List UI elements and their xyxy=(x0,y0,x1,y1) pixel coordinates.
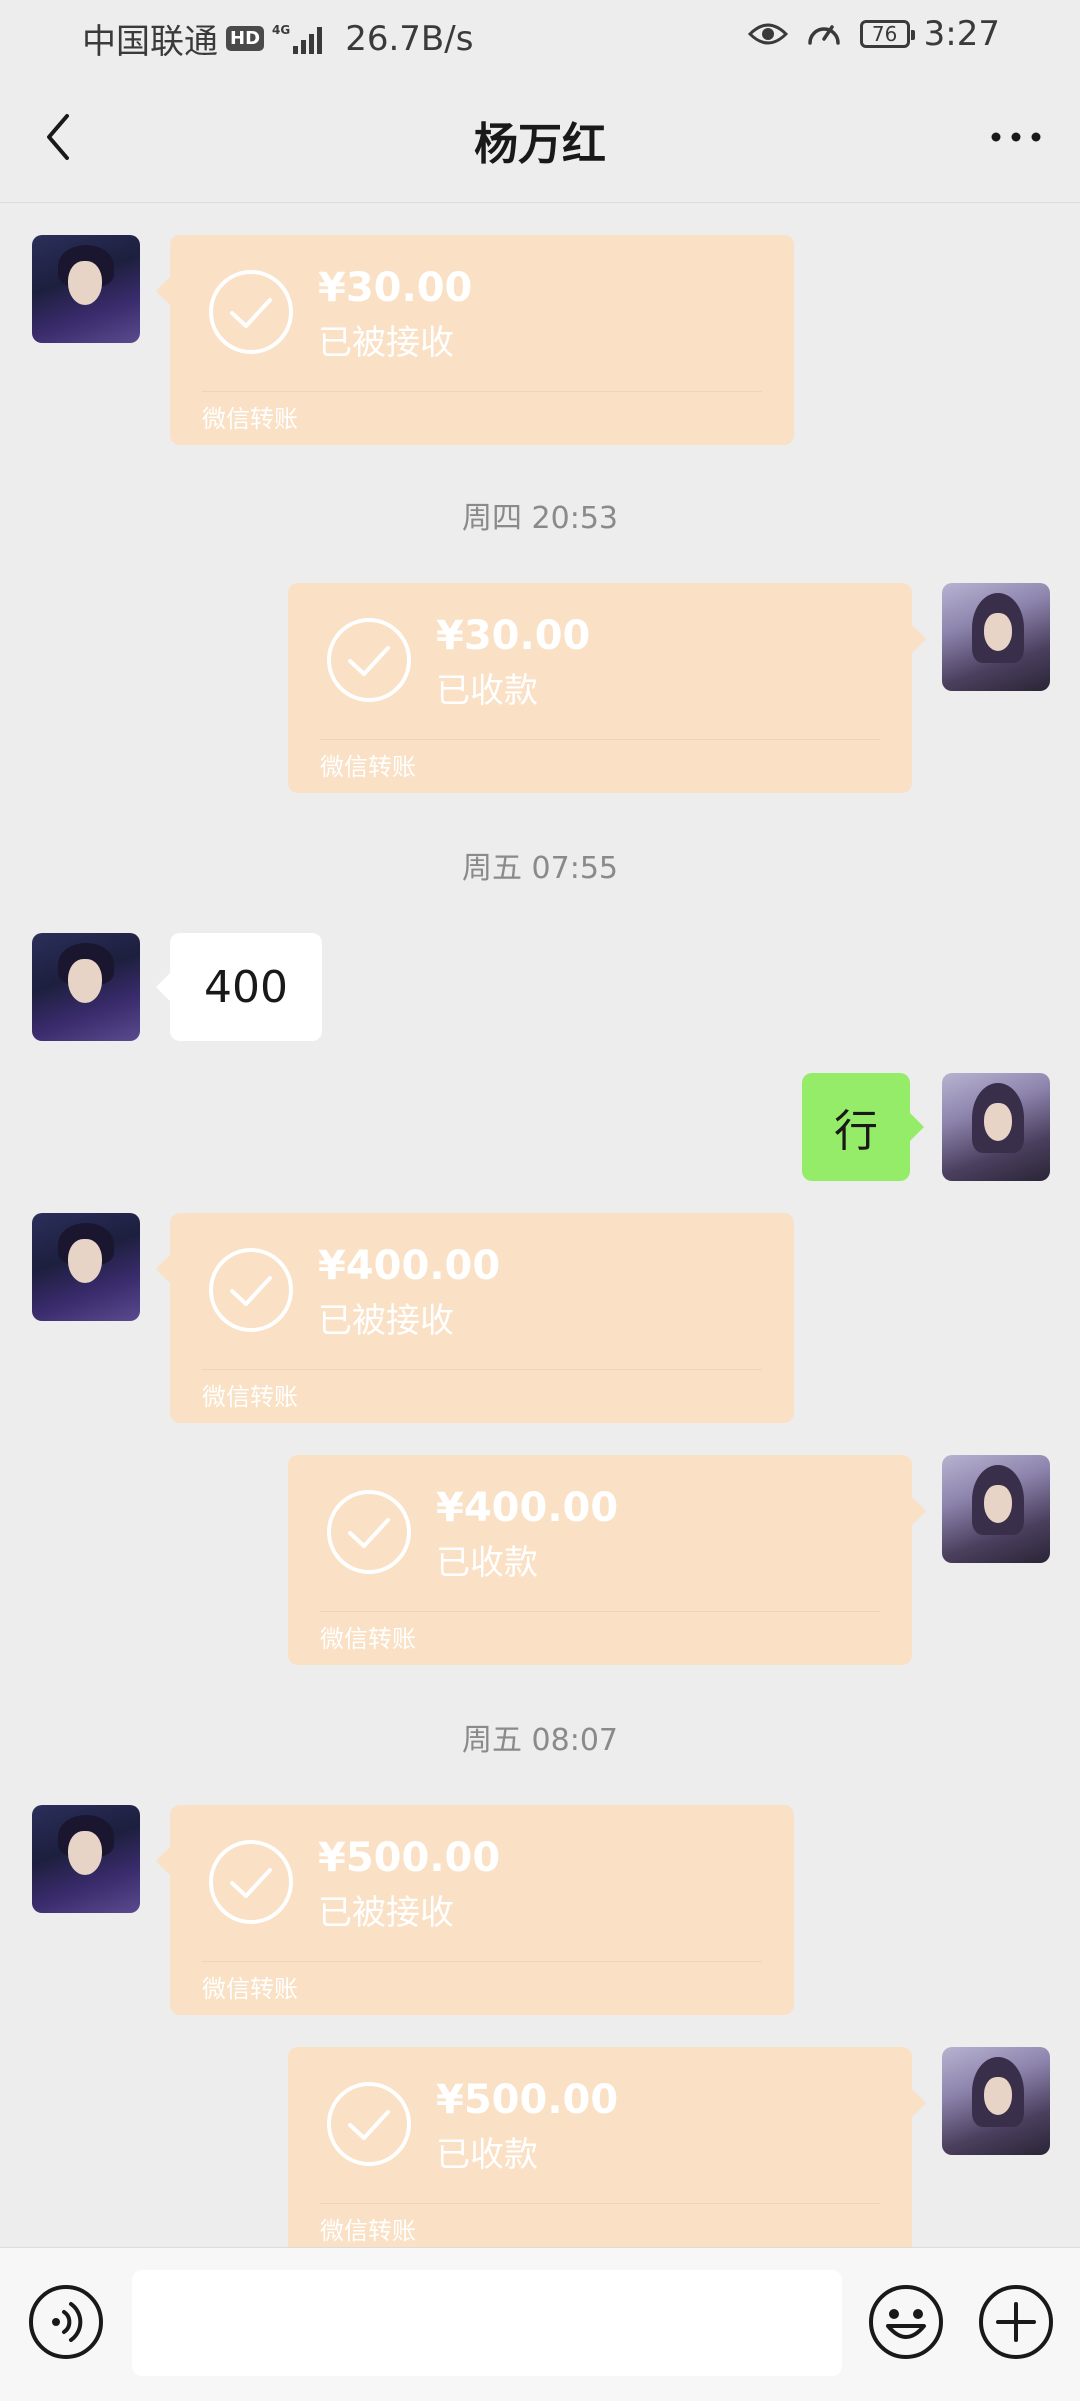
transfer-label: 微信转账 xyxy=(320,2217,416,2245)
message-list[interactable]: ¥30.00 已被接收 微信转账 周四 20:53 ¥30.00 已收款 微信转… xyxy=(0,203,1080,2247)
avatar[interactable] xyxy=(32,235,140,343)
network-speed: 26.7B/s xyxy=(345,18,474,59)
divider xyxy=(320,1611,880,1612)
transfer-label: 微信转账 xyxy=(320,753,416,781)
timestamp: 周五 07:55 xyxy=(462,851,618,886)
transfer-status: 已被接收 xyxy=(318,323,454,363)
transfer-card[interactable]: ¥30.00 已收款 微信转账 xyxy=(288,583,926,793)
eye-icon xyxy=(747,20,788,48)
timestamp: 周四 20:53 xyxy=(462,501,618,536)
transfer-card[interactable]: ¥30.00 已被接收 微信转账 xyxy=(156,235,794,445)
battery-level: 76 xyxy=(871,22,898,46)
signal-icon: 4G xyxy=(272,24,325,54)
check-circle-icon xyxy=(327,2082,411,2166)
transfer-card[interactable]: ¥400.00 已收款 微信转账 xyxy=(288,1455,926,1665)
transfer-status: 已被接收 xyxy=(318,1893,454,1933)
speedometer-icon xyxy=(806,17,842,51)
transfer-status: 已收款 xyxy=(436,2135,538,2175)
carrier-name: 中国联通 xyxy=(82,22,218,62)
avatar[interactable] xyxy=(942,1455,1050,1563)
check-circle-icon xyxy=(209,270,293,354)
transfer-amount: ¥400.00 xyxy=(318,1243,501,1289)
message-input[interactable] xyxy=(132,2270,842,2376)
divider xyxy=(202,1369,762,1370)
transfer-status: 已被接收 xyxy=(318,1301,454,1341)
status-bar: 中国联通 HD 4G 26.7B/s 76 3:27 xyxy=(0,0,1080,72)
transfer-status: 已收款 xyxy=(436,1543,538,1583)
battery-icon: 76 xyxy=(859,20,915,48)
transfer-label: 微信转账 xyxy=(202,1975,298,2003)
avatar[interactable] xyxy=(32,1805,140,1913)
status-right: 76 3:27 xyxy=(747,14,1000,54)
avatar[interactable] xyxy=(942,1073,1050,1181)
avatar[interactable] xyxy=(32,933,140,1041)
message-row: ¥500.00 已被接收 微信转账 xyxy=(0,1805,1080,2017)
avatar[interactable] xyxy=(942,2047,1050,2155)
transfer-label: 微信转账 xyxy=(202,1383,298,1411)
emoji-icon[interactable] xyxy=(866,2282,946,2362)
message-row: ¥400.00 已收款 微信转账 xyxy=(0,1455,1080,1667)
transfer-card[interactable]: ¥500.00 已收款 微信转账 xyxy=(288,2047,926,2247)
avatar[interactable] xyxy=(942,583,1050,691)
message-row: ¥400.00 已被接收 微信转账 xyxy=(0,1213,1080,1425)
divider xyxy=(320,2203,880,2204)
check-circle-icon xyxy=(327,1490,411,1574)
chat-header: 杨万红 xyxy=(0,72,1080,203)
message-row: 行 xyxy=(0,1073,1080,1183)
divider xyxy=(202,1961,762,1962)
input-bar xyxy=(0,2247,1080,2401)
timestamp: 周五 08:07 xyxy=(462,1723,618,1758)
network-type: 4G xyxy=(272,22,291,37)
transfer-label: 微信转账 xyxy=(202,405,298,433)
transfer-status: 已收款 xyxy=(436,671,538,711)
check-circle-icon xyxy=(209,1840,293,1924)
transfer-amount: ¥500.00 xyxy=(436,2077,619,2123)
divider xyxy=(320,739,880,740)
avatar[interactable] xyxy=(32,1213,140,1321)
transfer-amount: ¥400.00 xyxy=(436,1485,619,1531)
divider xyxy=(202,391,762,392)
text-bubble[interactable]: 行 xyxy=(802,1073,924,1181)
voice-icon[interactable] xyxy=(26,2282,106,2362)
more-dots-icon[interactable] xyxy=(976,107,1056,167)
check-circle-icon xyxy=(209,1248,293,1332)
transfer-card[interactable]: ¥500.00 已被接收 微信转账 xyxy=(156,1805,794,2015)
transfer-label: 微信转账 xyxy=(320,1625,416,1653)
status-left: 中国联通 HD 4G 26.7B/s xyxy=(82,14,473,63)
chat-title: 杨万红 xyxy=(474,119,606,170)
text-bubble[interactable]: 400 xyxy=(156,933,322,1041)
message-row: ¥30.00 已被接收 微信转账 xyxy=(0,235,1080,447)
transfer-amount: ¥30.00 xyxy=(436,613,591,659)
transfer-amount: ¥30.00 xyxy=(318,265,473,311)
plus-icon[interactable] xyxy=(976,2282,1056,2362)
transfer-amount: ¥500.00 xyxy=(318,1835,501,1881)
hd-badge: HD xyxy=(226,26,265,51)
message-row: ¥500.00 已收款 微信转账 xyxy=(0,2047,1080,2247)
message-row: 400 xyxy=(0,933,1080,1043)
clock: 3:27 xyxy=(923,14,1000,54)
check-circle-icon xyxy=(327,618,411,702)
transfer-card[interactable]: ¥400.00 已被接收 微信转账 xyxy=(156,1213,794,1423)
message-row: ¥30.00 已收款 微信转账 xyxy=(0,583,1080,795)
